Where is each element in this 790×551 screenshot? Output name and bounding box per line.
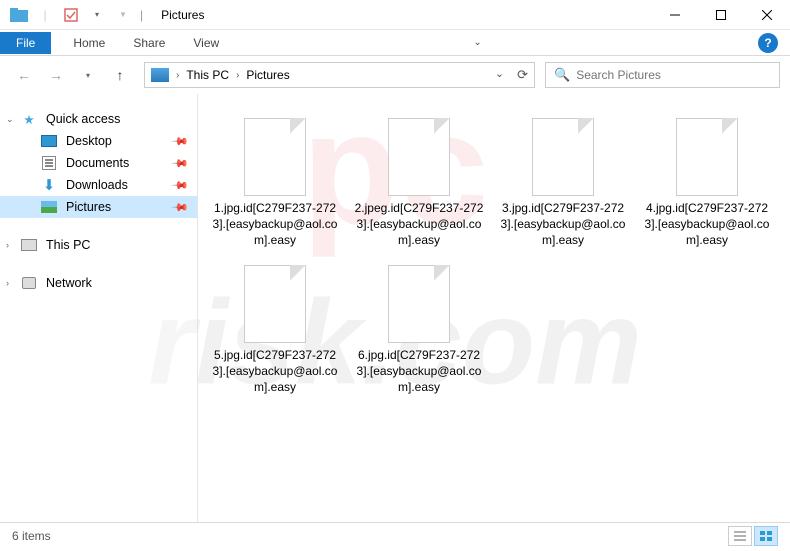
chevron-right-icon[interactable]: › (173, 70, 182, 81)
folder-icon (8, 4, 30, 26)
sidebar-item-label: Pictures (66, 200, 111, 214)
qat-separator: | (34, 4, 56, 26)
file-item[interactable]: 5.jpg.id[C279F237-2723].[easybackup@aol.… (208, 259, 342, 396)
generic-file-icon (384, 259, 454, 343)
caret-right-icon[interactable]: › (6, 240, 9, 250)
sidebar-item-pictures[interactable]: Pictures 📌 (0, 196, 197, 218)
star-icon: ★ (20, 111, 38, 127)
pin-icon: 📌 (171, 198, 190, 217)
properties-icon[interactable] (60, 4, 82, 26)
forward-button[interactable]: → (42, 61, 70, 89)
navigation-bar: ← → ▾ ↑ › This PC › Pictures ⌄ ⟳ 🔍 (0, 56, 790, 94)
caret-down-icon[interactable]: ⌄ (6, 114, 14, 125)
icons-view-button[interactable] (754, 526, 778, 546)
caret-right-icon[interactable]: › (6, 278, 9, 288)
minimize-button[interactable] (652, 0, 698, 30)
window-title: Pictures (161, 8, 204, 22)
desktop-icon (40, 133, 58, 149)
generic-file-icon (240, 259, 310, 343)
documents-icon (40, 155, 58, 171)
file-item[interactable]: 1.jpg.id[C279F237-2723].[easybackup@aol.… (208, 112, 342, 249)
pictures-icon (40, 199, 58, 215)
file-name: 1.jpg.id[C279F237-2723].[easybackup@aol.… (208, 200, 342, 249)
ribbon-expand-icon[interactable]: ⌄ (473, 37, 481, 48)
sidebar-this-pc[interactable]: › This PC (0, 234, 197, 256)
sidebar-label: Network (46, 276, 92, 290)
tab-view[interactable]: View (179, 32, 233, 54)
up-button[interactable]: ↑ (106, 61, 134, 89)
breadcrumb-segment-pictures[interactable]: Pictures (242, 68, 293, 82)
chevron-right-icon[interactable]: › (233, 70, 242, 81)
file-menu[interactable]: File (0, 32, 51, 54)
generic-file-icon (240, 112, 310, 196)
file-name: 3.jpg.id[C279F237-2723].[easybackup@aol.… (496, 200, 630, 249)
sidebar-network[interactable]: › Network (0, 272, 197, 294)
sidebar-item-label: Desktop (66, 134, 112, 148)
qat-divider: ▼ (112, 4, 134, 26)
downloads-icon: ⬇ (40, 177, 58, 193)
pin-icon: 📌 (171, 132, 190, 151)
quick-access-toolbar: | ▾ ▼ (0, 4, 134, 26)
file-item[interactable]: 4.jpg.id[C279F237-2723].[easybackup@aol.… (640, 112, 774, 249)
tab-share[interactable]: Share (119, 32, 179, 54)
back-button[interactable]: ← (10, 61, 38, 89)
sidebar-quick-access[interactable]: ⌄ ★ Quick access (0, 108, 197, 130)
breadcrumb[interactable]: › This PC › Pictures ⌄ ⟳ (144, 62, 535, 88)
title-bar: | ▾ ▼ | Pictures (0, 0, 790, 30)
sidebar-label: This PC (46, 238, 90, 252)
tab-home[interactable]: Home (59, 32, 119, 54)
generic-file-icon (672, 112, 742, 196)
file-item[interactable]: 3.jpg.id[C279F237-2723].[easybackup@aol.… (496, 112, 630, 249)
sidebar-label: Quick access (46, 112, 120, 126)
sidebar-item-documents[interactable]: Documents 📌 (0, 152, 197, 174)
refresh-button[interactable]: ⟳ (517, 67, 528, 83)
maximize-button[interactable] (698, 0, 744, 30)
file-item[interactable]: 6.jpg.id[C279F237-2723].[easybackup@aol.… (352, 259, 486, 396)
file-name: 6.jpg.id[C279F237-2723].[easybackup@aol.… (352, 347, 486, 396)
file-list[interactable]: 1.jpg.id[C279F237-2723].[easybackup@aol.… (198, 94, 790, 522)
breadcrumb-dropdown-icon[interactable]: ⌄ (492, 67, 507, 83)
pin-icon: 📌 (171, 176, 190, 195)
help-button[interactable]: ? (758, 33, 778, 53)
file-item[interactable]: 2.jpeg.id[C279F237-2723].[easybackup@aol… (352, 112, 486, 249)
search-input[interactable] (576, 68, 771, 82)
sidebar-item-label: Downloads (66, 178, 128, 192)
title-separator: | (140, 8, 143, 22)
ribbon: File Home Share View ⌄ ? (0, 30, 790, 56)
generic-file-icon (528, 112, 598, 196)
file-name: 4.jpg.id[C279F237-2723].[easybackup@aol.… (640, 200, 774, 249)
breadcrumb-segment-thispc[interactable]: This PC (182, 68, 233, 82)
window-controls (652, 0, 790, 30)
computer-icon (20, 237, 38, 253)
generic-file-icon (384, 112, 454, 196)
navigation-pane: ⌄ ★ Quick access Desktop 📌 Documents 📌 ⬇… (0, 94, 198, 522)
qat-dropdown-icon[interactable]: ▾ (86, 4, 108, 26)
sidebar-item-desktop[interactable]: Desktop 📌 (0, 130, 197, 152)
sidebar-item-downloads[interactable]: ⬇ Downloads 📌 (0, 174, 197, 196)
sidebar-item-label: Documents (66, 156, 129, 170)
close-button[interactable] (744, 0, 790, 30)
details-view-button[interactable] (728, 526, 752, 546)
file-name: 5.jpg.id[C279F237-2723].[easybackup@aol.… (208, 347, 342, 396)
breadcrumb-root-icon (151, 68, 169, 82)
search-icon: 🔍 (554, 67, 570, 83)
file-name: 2.jpeg.id[C279F237-2723].[easybackup@aol… (352, 200, 486, 249)
item-count: 6 items (12, 529, 51, 543)
pin-icon: 📌 (171, 154, 190, 173)
search-box[interactable]: 🔍 (545, 62, 780, 88)
history-dropdown-icon[interactable]: ▾ (74, 61, 102, 89)
network-icon (20, 275, 38, 291)
status-bar: 6 items (0, 522, 790, 548)
